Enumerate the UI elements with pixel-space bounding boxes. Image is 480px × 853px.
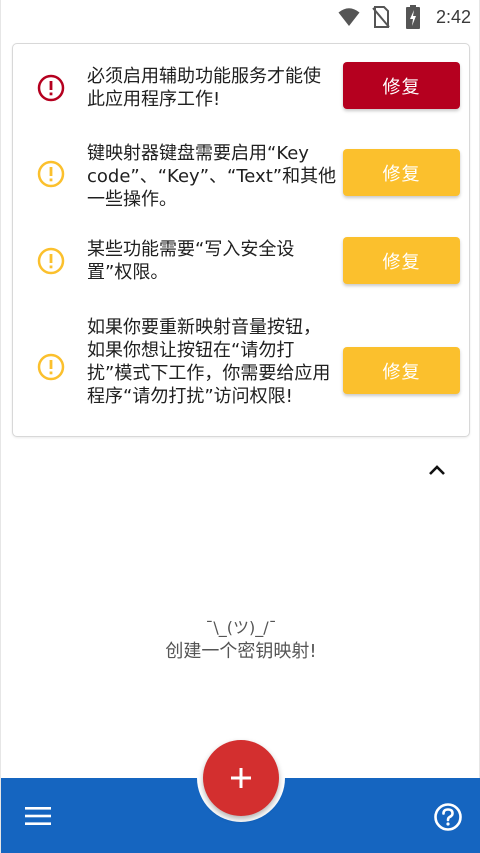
collapse-warnings-button[interactable] (425, 458, 449, 482)
menu-icon (25, 807, 51, 825)
wifi-icon (338, 6, 360, 28)
empty-state-message: 创建一个密钥映射! (165, 641, 317, 662)
plus-icon (231, 768, 251, 788)
menu-button[interactable] (23, 803, 53, 829)
warnings-card: 必须启用辅助功能服务才能使此应用程序工作! 修复 键映射器键盘需要启用“Key … (12, 43, 470, 437)
help-icon (434, 803, 462, 831)
warning-row-accessibility: 必须启用辅助功能服务才能使此应用程序工作! 修复 (13, 62, 469, 114)
no-sim-icon (370, 6, 392, 28)
error-icon (37, 74, 65, 102)
warning-icon (37, 353, 65, 381)
warning-text: 键映射器键盘需要启用“Key code”、“Key”、“Text”和其他一些操作… (87, 143, 337, 210)
warning-row-keyboard: 键映射器键盘需要启用“Key code”、“Key”、“Text”和其他一些操作… (13, 142, 469, 216)
fix-button-keyboard[interactable]: 修复 (343, 149, 460, 196)
warning-text: 必须启用辅助功能服务才能使此应用程序工作! (87, 66, 321, 110)
shrug-emoticon: ¯\_(ツ)_/¯ (205, 618, 277, 637)
warning-row-secure-settings: 某些功能需要“写入安全设置”权限。 修复 (13, 237, 469, 287)
warning-text: 某些功能需要“写入安全设置”权限。 (87, 239, 295, 283)
help-button[interactable] (432, 801, 464, 833)
fix-button-accessibility[interactable]: 修复 (343, 62, 460, 109)
add-keymap-button[interactable] (203, 740, 279, 816)
warning-icon (37, 160, 65, 188)
warning-icon (37, 247, 65, 275)
fix-button-secure-settings[interactable]: 修复 (343, 237, 460, 284)
warning-row-do-not-disturb: 如果你要重新映射音量按钮，如果你想让按钮在“请勿打扰”模式下工作，你需要给应用程… (13, 316, 469, 416)
empty-state: ¯\_(ツ)_/¯ 创建一个密钥映射! (1, 618, 480, 664)
fix-button-do-not-disturb[interactable]: 修复 (343, 347, 460, 394)
warning-text: 如果你要重新映射音量按钮，如果你想让按钮在“请勿打扰”模式下工作，你需要给应用程… (87, 317, 331, 407)
battery-charging-icon (402, 5, 424, 29)
chevron-up-icon (429, 465, 445, 475)
status-time: 2:42 (435, 6, 471, 27)
status-bar: 2:42 (1, 0, 480, 34)
